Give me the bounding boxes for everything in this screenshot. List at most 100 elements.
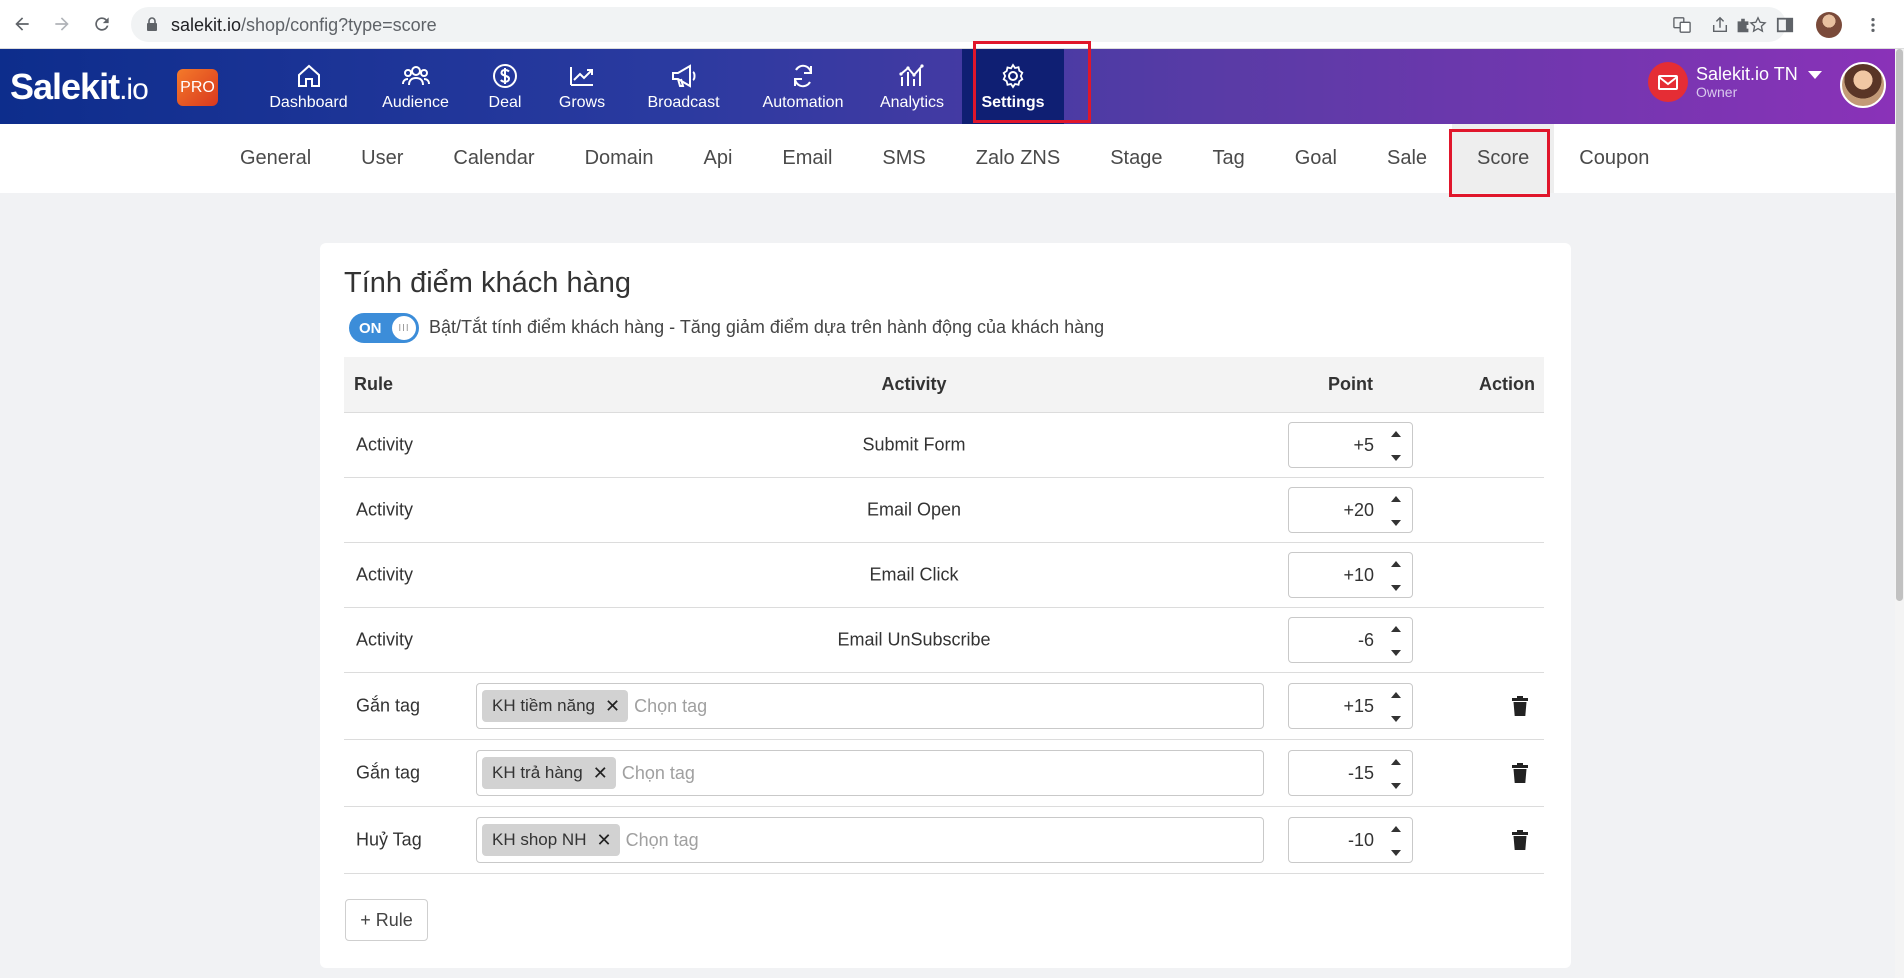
refresh-icon xyxy=(794,64,812,88)
point-value: -6 xyxy=(1357,630,1374,650)
settings-subnav: General User Calendar Domain Api Email S… xyxy=(0,124,1895,193)
page-scrollbar[interactable] xyxy=(1895,49,1904,978)
rule-label: Gắn tag xyxy=(356,695,421,716)
trash-icon[interactable] xyxy=(1511,696,1529,716)
activity-label: Email Click xyxy=(869,564,959,585)
tag-select[interactable]: KH tiềm năng ✕ Chọn tag xyxy=(476,683,1264,729)
address-bar[interactable]: salekit.io/shop/config?type=score xyxy=(131,7,1786,42)
tag-select[interactable]: KH shop NH ✕ Chọn tag xyxy=(476,817,1264,863)
point-stepper[interactable] xyxy=(1390,431,1402,461)
account-role: Owner xyxy=(1696,84,1738,100)
tag-placeholder[interactable]: Chọn tag xyxy=(626,830,699,851)
tab-general[interactable]: General xyxy=(215,124,336,193)
trash-icon[interactable] xyxy=(1511,763,1529,783)
point-value: -10 xyxy=(1347,830,1374,850)
menu-dots-icon[interactable] xyxy=(1862,14,1884,36)
table-header: Rule Activity Point Action xyxy=(344,357,1544,413)
nav-settings[interactable]: Settings xyxy=(962,49,1064,124)
table-row: Activity Submit Form +5 xyxy=(344,413,1544,478)
point-input[interactable]: +5 xyxy=(1288,422,1413,468)
gear-icon xyxy=(1002,63,1024,89)
tab-score[interactable]: Score xyxy=(1452,124,1555,193)
user-avatar[interactable] xyxy=(1840,62,1886,108)
point-input[interactable]: +20 xyxy=(1288,487,1413,533)
browser-toolbar: salekit.io/shop/config?type=score xyxy=(0,0,1904,49)
point-stepper[interactable] xyxy=(1390,496,1402,526)
back-icon[interactable] xyxy=(10,12,34,36)
extensions-icon[interactable] xyxy=(1732,14,1754,36)
dollar-icon xyxy=(493,64,517,88)
activity-label: Submit Form xyxy=(862,434,966,455)
url-text: salekit.io/shop/config?type=score xyxy=(171,15,437,35)
home-icon xyxy=(297,64,320,87)
sidepanel-icon[interactable] xyxy=(1774,14,1796,36)
megaphone-icon xyxy=(671,64,695,88)
tag-placeholder[interactable]: Chọn tag xyxy=(634,696,707,717)
tab-calendar[interactable]: Calendar xyxy=(428,124,559,193)
tab-user[interactable]: User xyxy=(336,124,428,193)
add-rule-button[interactable]: + Rule xyxy=(345,899,428,941)
nav-deal[interactable]: Deal xyxy=(469,49,541,124)
point-value: +10 xyxy=(1343,565,1374,585)
tab-email[interactable]: Email xyxy=(757,124,857,193)
point-input[interactable]: +10 xyxy=(1288,552,1413,598)
page-title: Tính điểm khách hàng xyxy=(344,267,631,299)
profile-avatar[interactable] xyxy=(1816,12,1842,38)
rule-label: Activity xyxy=(356,564,414,585)
nav-grows[interactable]: Grows xyxy=(541,49,623,124)
point-stepper[interactable] xyxy=(1390,692,1402,722)
remove-tag-icon[interactable]: ✕ xyxy=(605,696,620,717)
nav-audience[interactable]: Audience xyxy=(362,49,469,124)
rule-label: Activity xyxy=(356,499,414,520)
nav-dashboard[interactable]: Dashboard xyxy=(255,49,362,124)
point-stepper[interactable] xyxy=(1390,759,1402,789)
point-stepper[interactable] xyxy=(1390,561,1402,591)
nav-analytics[interactable]: Analytics xyxy=(862,49,962,124)
tab-coupon[interactable]: Coupon xyxy=(1554,124,1674,193)
point-input[interactable]: -15 xyxy=(1288,750,1413,796)
logo[interactable]: Salekit.io xyxy=(10,66,149,108)
tab-api[interactable]: Api xyxy=(678,124,757,193)
users-icon xyxy=(401,66,430,86)
point-input[interactable]: -10 xyxy=(1288,817,1413,863)
remove-tag-icon[interactable]: ✕ xyxy=(596,830,611,851)
tab-domain[interactable]: Domain xyxy=(560,124,679,193)
share-icon[interactable] xyxy=(1710,15,1730,35)
tag-chip: KH trả hàng ✕ xyxy=(482,757,616,789)
tag-placeholder[interactable]: Chọn tag xyxy=(622,763,695,784)
score-toggle[interactable]: ON III xyxy=(349,313,419,343)
tag-select[interactable]: KH trả hàng ✕ Chọn tag xyxy=(476,750,1264,796)
point-input[interactable]: -6 xyxy=(1288,617,1413,663)
account-name: Salekit.io TN xyxy=(1696,64,1798,84)
point-input[interactable]: +15 xyxy=(1288,683,1413,729)
tab-sale[interactable]: Sale xyxy=(1362,124,1452,193)
tab-tag[interactable]: Tag xyxy=(1187,124,1269,193)
tab-sms[interactable]: SMS xyxy=(857,124,950,193)
table-row: Gắn tag KH tiềm năng ✕ Chọn tag +15 xyxy=(344,673,1544,740)
forward-icon[interactable] xyxy=(50,12,74,36)
lock-icon xyxy=(147,17,157,31)
point-value: +20 xyxy=(1343,500,1374,520)
trash-icon[interactable] xyxy=(1511,830,1529,850)
col-action: Action xyxy=(1479,374,1535,394)
reload-icon[interactable] xyxy=(90,12,114,36)
tab-goal[interactable]: Goal xyxy=(1270,124,1362,193)
account-switcher[interactable]: Salekit.io TN Owner xyxy=(1648,62,1822,102)
tab-zalo-zns[interactable]: Zalo ZNS xyxy=(951,124,1085,193)
point-stepper[interactable] xyxy=(1390,626,1402,656)
rule-label: Activity xyxy=(356,434,414,455)
nav-automation[interactable]: Automation xyxy=(744,49,862,124)
scrollbar-thumb[interactable] xyxy=(1896,49,1903,601)
toggle-label: ON xyxy=(359,320,382,337)
remove-tag-icon[interactable]: ✕ xyxy=(593,763,608,784)
point-stepper[interactable] xyxy=(1390,826,1402,856)
trend-icon xyxy=(570,67,593,86)
score-table: Rule Activity Point Action Activity Subm… xyxy=(344,357,1544,874)
translate-icon[interactable] xyxy=(1672,15,1692,35)
tag-chip: KH shop NH ✕ xyxy=(482,824,620,856)
tab-stage[interactable]: Stage xyxy=(1085,124,1187,193)
table-row: Gắn tag KH trả hàng ✕ Chọn tag -15 xyxy=(344,740,1544,807)
analytics-icon xyxy=(899,64,924,86)
nav-broadcast[interactable]: Broadcast xyxy=(623,49,744,124)
point-value: -15 xyxy=(1347,763,1374,783)
